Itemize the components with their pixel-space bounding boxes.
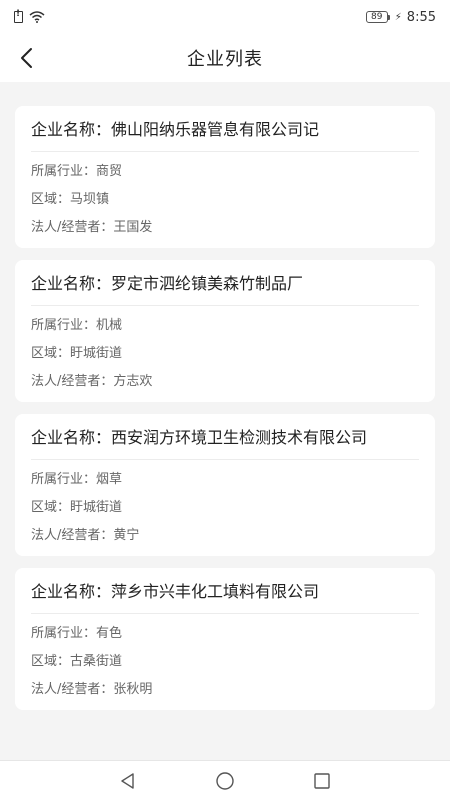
company-list: 企业名称：佛山阳纳乐器管息有限公司记 所属行业：商贸 区域：马坝镇 法人/经营者…: [0, 82, 450, 760]
wifi-icon: [29, 11, 45, 23]
industry-label: 所属行业：: [31, 164, 97, 179]
legal-value: 王国发: [113, 220, 153, 235]
charging-icon: ⚡: [394, 11, 402, 23]
square-recent-icon: [313, 772, 330, 789]
battery-icon: 89: [365, 11, 390, 23]
back-arrow-icon: [21, 48, 32, 68]
industry-value: 烟草: [96, 472, 123, 487]
industry-value: 有色: [96, 626, 123, 641]
company-name-value: 罗定市泗纶镇美森竹制品厂: [111, 274, 304, 293]
region-label: 区域：: [31, 346, 71, 361]
region-value: 古桑街道: [70, 654, 123, 669]
region-value: 盱城街道: [70, 346, 123, 361]
page-title: 企业列表: [187, 49, 263, 70]
header: 企业列表: [0, 34, 450, 82]
nav-recent-button[interactable]: [310, 769, 334, 793]
legal-row: 法人/经营者：方志欢: [31, 374, 419, 390]
legal-label: 法人/经营者：: [31, 682, 114, 697]
company-name-value: 佛山阳纳乐器管息有限公司记: [111, 120, 320, 139]
legal-value: 方志欢: [113, 374, 153, 389]
region-label: 区域：: [31, 500, 71, 515]
region-label: 区域：: [31, 192, 71, 207]
region-label: 区域：: [31, 654, 71, 669]
company-name-label: 企业名称：: [31, 274, 112, 293]
back-button[interactable]: [12, 44, 40, 72]
legal-label: 法人/经营者：: [31, 374, 114, 389]
industry-label: 所属行业：: [31, 318, 97, 333]
status-time: 8:55: [406, 9, 436, 25]
region-row: 区域：古桑街道: [31, 654, 419, 670]
company-name: 企业名称：西安润方环境卫生检测技术有限公司: [31, 426, 419, 460]
region-row: 区域：马坝镇: [31, 192, 419, 208]
nav-home-button[interactable]: [213, 769, 237, 793]
triangle-back-icon: [121, 772, 135, 789]
industry-row: 所属行业：机械: [31, 318, 419, 334]
company-card[interactable]: 企业名称：西安润方环境卫生检测技术有限公司 所属行业：烟草 区域：盱城街道 法人…: [15, 414, 435, 556]
company-card[interactable]: 企业名称：萍乡市兴丰化工填料有限公司 所属行业：有色 区域：古桑街道 法人/经营…: [15, 568, 435, 710]
company-card[interactable]: 企业名称：佛山阳纳乐器管息有限公司记 所属行业：商贸 区域：马坝镇 法人/经营者…: [15, 106, 435, 248]
status-right: 89 ⚡ 8:55: [365, 9, 436, 25]
industry-value: 机械: [96, 318, 123, 333]
system-nav-bar: [0, 760, 450, 800]
status-left: [14, 9, 45, 23]
sim-alert-icon: [14, 9, 23, 23]
industry-row: 所属行业：有色: [31, 626, 419, 642]
company-name-value: 西安润方环境卫生检测技术有限公司: [111, 428, 368, 447]
company-name: 企业名称：萍乡市兴丰化工填料有限公司: [31, 580, 419, 614]
company-name-value: 萍乡市兴丰化工填料有限公司: [111, 582, 320, 601]
legal-label: 法人/经营者：: [31, 528, 114, 543]
industry-label: 所属行业：: [31, 626, 97, 641]
battery-level: 89: [365, 11, 388, 23]
industry-value: 商贸: [96, 164, 123, 179]
legal-label: 法人/经营者：: [31, 220, 114, 235]
circle-home-icon: [216, 771, 234, 790]
company-card[interactable]: 企业名称：罗定市泗纶镇美森竹制品厂 所属行业：机械 区域：盱城街道 法人/经营者…: [15, 260, 435, 402]
legal-value: 黄宁: [113, 528, 140, 543]
company-name: 企业名称：罗定市泗纶镇美森竹制品厂: [31, 272, 419, 306]
company-name-label: 企业名称：: [31, 582, 112, 601]
region-row: 区域：盱城街道: [31, 500, 419, 516]
industry-row: 所属行业：烟草: [31, 472, 419, 488]
region-value: 马坝镇: [70, 192, 110, 207]
legal-row: 法人/经营者：张秋明: [31, 682, 419, 698]
nav-back-button[interactable]: [116, 769, 140, 793]
region-row: 区域：盱城街道: [31, 346, 419, 362]
company-name: 企业名称：佛山阳纳乐器管息有限公司记: [31, 118, 419, 152]
status-bar: 89 ⚡ 8:55: [0, 0, 450, 34]
legal-value: 张秋明: [113, 682, 153, 697]
company-name-label: 企业名称：: [31, 428, 112, 447]
region-value: 盱城街道: [70, 500, 123, 515]
legal-row: 法人/经营者：王国发: [31, 220, 419, 236]
legal-row: 法人/经营者：黄宁: [31, 528, 419, 544]
industry-row: 所属行业：商贸: [31, 164, 419, 180]
company-name-label: 企业名称：: [31, 120, 112, 139]
industry-label: 所属行业：: [31, 472, 97, 487]
